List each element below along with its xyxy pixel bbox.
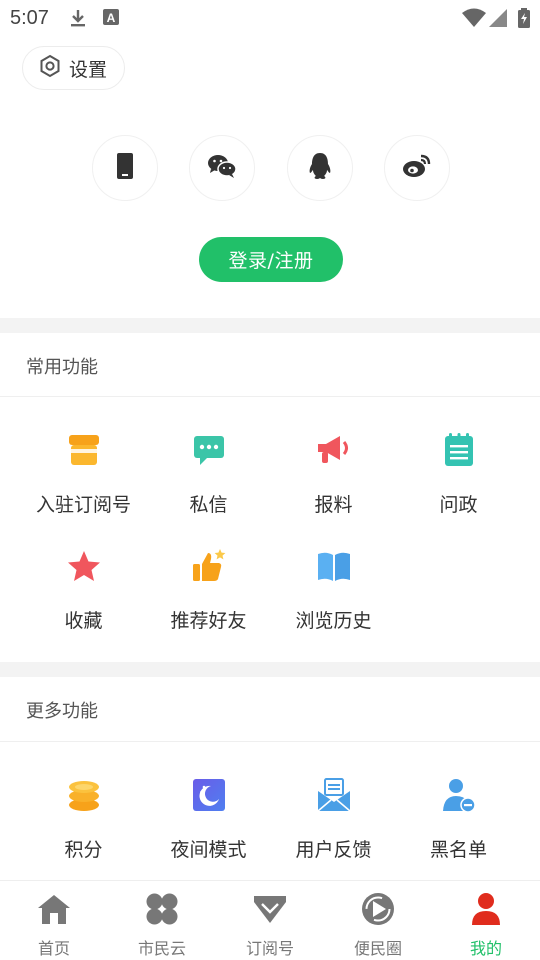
status-time: 5:07 (10, 7, 49, 29)
grid-item-feedback[interactable]: 用户反馈 (266, 775, 401, 875)
tab-label: 我的 (469, 939, 502, 958)
mail-feedback-icon (314, 775, 354, 815)
grid-label: 用户反馈 (295, 839, 372, 861)
tab-label: 首页 (37, 939, 70, 958)
phone-icon (116, 152, 134, 184)
person-icon (468, 891, 504, 927)
section-divider (0, 662, 540, 677)
signal-icon (488, 8, 508, 32)
tab-mine[interactable]: 我的 (432, 881, 540, 960)
grid-label: 推荐好友 (170, 610, 247, 632)
grid-item-blacklist[interactable]: 黑名单 (391, 775, 526, 875)
moon-icon (189, 775, 229, 815)
battery-icon (518, 8, 530, 32)
clover-icon (144, 891, 180, 927)
star-icon (64, 546, 104, 586)
grid-label: 夜间模式 (170, 839, 247, 861)
coins-icon (64, 775, 104, 815)
message-icon (189, 430, 229, 470)
grid-label: 黑名单 (429, 839, 487, 861)
open-book-icon (314, 546, 354, 586)
bottom-tab-bar: 首页 市民云 订阅号 便民圈 我的 (0, 880, 540, 960)
grid-item-recommend-friends[interactable]: 推荐好友 (141, 546, 276, 646)
grid-item-favorites[interactable]: 收藏 (16, 546, 151, 646)
wechat-icon (207, 153, 237, 183)
tab-label: 订阅号 (245, 939, 294, 958)
grid-item-inquiry[interactable]: 问政 (391, 430, 526, 530)
section-line (0, 396, 540, 397)
qq-icon (308, 152, 332, 184)
notepad-icon (439, 430, 479, 470)
tab-citizen-cloud[interactable]: 市民云 (108, 881, 216, 960)
diamond-icon (252, 891, 288, 927)
qq-login-button[interactable] (287, 135, 353, 201)
home-icon (36, 891, 72, 927)
wechat-login-button[interactable] (189, 135, 255, 201)
grid-item-points[interactable]: 积分 (16, 775, 151, 875)
tab-home[interactable]: 首页 (0, 881, 108, 960)
tab-label: 市民云 (137, 939, 186, 958)
grid-item-report[interactable]: 报料 (266, 430, 401, 530)
circle-play-icon (360, 891, 396, 927)
grid-label: 收藏 (64, 610, 103, 632)
megaphone-icon (314, 430, 354, 470)
more-functions-title: 更多功能 (26, 701, 98, 722)
grid-label: 报料 (314, 494, 353, 516)
phone-login-button[interactable] (92, 135, 158, 201)
download-icon (68, 8, 88, 32)
storefront-icon (64, 430, 104, 470)
grid-item-night-mode[interactable]: 夜间模式 (141, 775, 276, 875)
svg-text:A: A (107, 11, 116, 25)
wifi-icon (462, 8, 486, 32)
thumbs-up-icon (189, 546, 229, 586)
grid-item-subscribe-apply[interactable]: 入驻订阅号 (16, 430, 151, 530)
settings-button[interactable]: 设置 (22, 46, 125, 90)
hexagon-settings-icon (39, 54, 61, 82)
weibo-login-button[interactable] (384, 135, 450, 201)
grid-item-messages[interactable]: 私信 (141, 430, 276, 530)
tab-convenience-circle[interactable]: 便民圈 (324, 881, 432, 960)
grid-label: 浏览历史 (295, 610, 372, 632)
keyboard-a-icon: A (102, 8, 120, 30)
grid-label: 积分 (64, 839, 103, 861)
grid-label: 私信 (189, 494, 228, 516)
weibo-icon (402, 153, 432, 183)
settings-label: 设置 (69, 58, 108, 81)
section-line (0, 741, 540, 742)
common-functions-title: 常用功能 (26, 357, 98, 378)
grid-item-browse-history[interactable]: 浏览历史 (266, 546, 401, 646)
user-block-icon (439, 775, 479, 815)
tab-subscriptions[interactable]: 订阅号 (216, 881, 324, 960)
grid-label: 问政 (439, 494, 478, 516)
tab-label: 便民圈 (353, 939, 402, 958)
section-divider (0, 318, 540, 333)
social-login-row (0, 135, 540, 201)
status-bar: 5:07 A (0, 0, 540, 36)
grid-label: 入驻订阅号 (35, 494, 131, 516)
login-register-button[interactable]: 登录/注册 (199, 237, 343, 282)
